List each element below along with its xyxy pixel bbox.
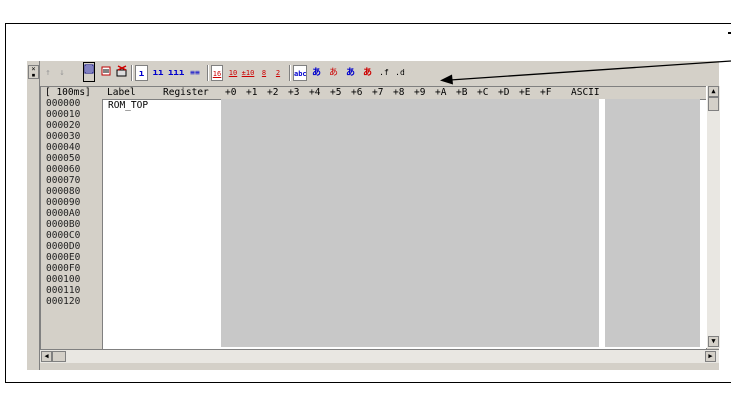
callout-arrow: [440, 60, 731, 85]
